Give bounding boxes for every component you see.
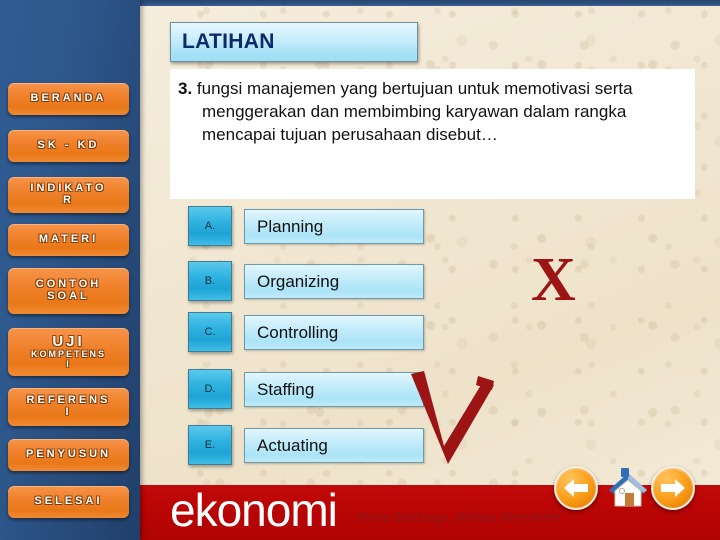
sidebar-item-materi[interactable]: MATERI	[8, 224, 129, 256]
option-letter-label: A.	[204, 220, 216, 232]
sidebar-item-label: CONTOH SOAL	[35, 278, 102, 302]
arrow-right-icon	[661, 479, 685, 497]
presentation-slide: BERANDA SK - KD INDIKATO R MATERI CONTOH…	[0, 0, 720, 540]
wrong-answer-x-icon: X	[531, 246, 576, 314]
page-title: LATIHAN	[182, 30, 275, 53]
next-button[interactable]	[651, 466, 695, 510]
option-answer-a[interactable]: Planning	[244, 209, 424, 244]
option-answer-c[interactable]: Controlling	[244, 315, 424, 350]
sidebar-item-selesai[interactable]: SELESAI	[8, 486, 129, 518]
option-letter-a[interactable]: A.	[188, 206, 232, 246]
sidebar-item-penyusun[interactable]: PENYUSUN	[8, 439, 129, 471]
option-letter-b[interactable]: B.	[188, 261, 232, 301]
sidebar: BERANDA SK - KD INDIKATO R MATERI CONTOH…	[0, 0, 140, 540]
option-answer-label: Staffing	[257, 379, 315, 399]
sidebar-item-label: BERANDA	[30, 92, 107, 105]
option-letter-label: D.	[204, 383, 216, 395]
option-letter-d[interactable]: D.	[188, 369, 232, 409]
question-panel: 3. fungsi manajemen yang bertujuan untuk…	[170, 69, 695, 199]
sidebar-item-sublabel: KOMPETENS I	[30, 349, 106, 370]
option-answer-label: Organizing	[257, 271, 340, 291]
option-answer-e[interactable]: Actuating	[244, 428, 424, 463]
slide-title-box: LATIHAN	[170, 22, 418, 62]
option-answer-label: Controlling	[257, 322, 339, 342]
question-body: fungsi manajemen yang bertujuan untuk me…	[196, 79, 633, 144]
home-button[interactable]	[604, 464, 652, 512]
back-button[interactable]	[554, 466, 598, 510]
option-answer-label: Planning	[257, 216, 324, 236]
option-letter-label: C.	[204, 326, 216, 338]
brand-tagline: Rela Berbagi, Ikhlas Memberi	[358, 509, 561, 526]
sidebar-nav-list: BERANDA SK - KD INDIKATO R MATERI CONTOH…	[0, 0, 140, 540]
sidebar-item-label: SK - KD	[37, 139, 100, 152]
sidebar-item-label: PENYUSUN	[25, 448, 112, 461]
option-letter-label: B.	[204, 275, 216, 287]
brand-name: ekonomi	[170, 484, 338, 536]
sidebar-item-label: UJI	[52, 333, 85, 351]
sidebar-item-uji-kompetensi[interactable]: UJI KOMPETENS I	[8, 328, 129, 376]
sidebar-item-label: MATERI	[38, 233, 99, 246]
sidebar-item-sk-kd[interactable]: SK - KD	[8, 130, 129, 162]
sidebar-item-label: REFERENS I	[26, 394, 111, 418]
option-letter-c[interactable]: C.	[188, 312, 232, 352]
sidebar-item-indikator[interactable]: INDIKATO R	[8, 177, 129, 213]
question-text: 3. fungsi manajemen yang bertujuan untuk…	[178, 78, 689, 147]
sidebar-item-label: INDIKATO R	[30, 182, 107, 206]
sidebar-item-beranda[interactable]: BERANDA	[8, 83, 129, 115]
option-answer-label: Actuating	[257, 435, 328, 455]
arrow-left-icon	[564, 479, 588, 497]
sidebar-item-label: SELESAI	[34, 495, 103, 508]
sidebar-item-contoh-soal[interactable]: CONTOH SOAL	[8, 268, 129, 314]
option-letter-label: E.	[204, 439, 216, 451]
option-letter-e[interactable]: E.	[188, 425, 232, 465]
question-number: 3.	[178, 79, 193, 98]
sidebar-item-referensi[interactable]: REFERENS I	[8, 388, 129, 426]
option-answer-b[interactable]: Organizing	[244, 264, 424, 299]
option-answer-d[interactable]: Staffing	[244, 372, 424, 407]
